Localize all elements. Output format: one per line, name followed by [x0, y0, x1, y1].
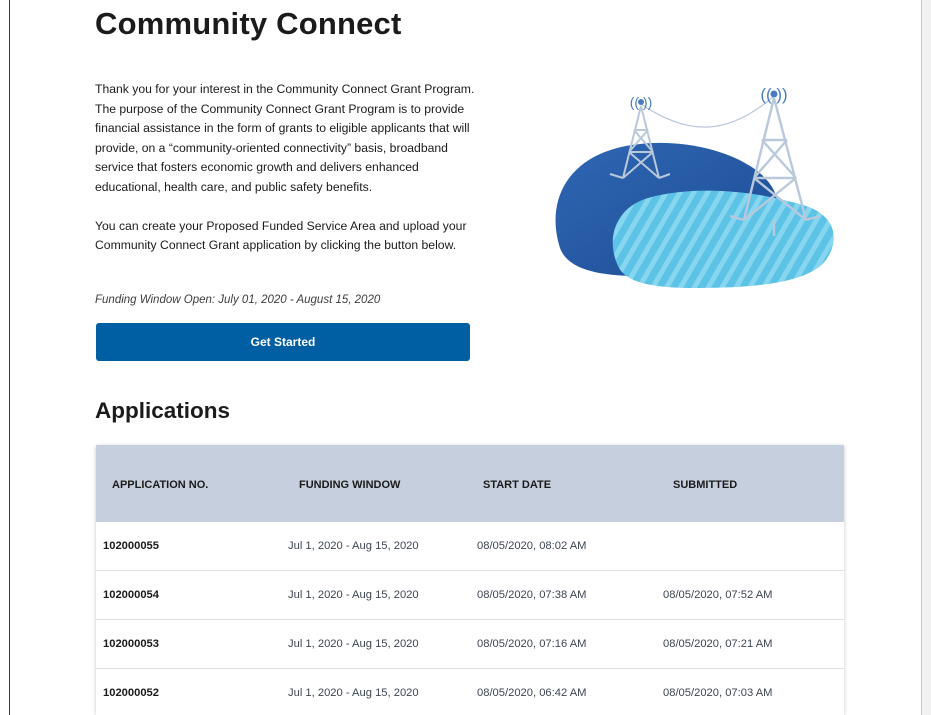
start-date-cell: 08/05/2020, 07:16 AM: [477, 638, 587, 650]
application-number[interactable]: 102000053: [103, 638, 159, 650]
funding-window-cell: Jul 1, 2020 - Aug 15, 2020: [288, 589, 419, 601]
table-row[interactable]: 102000055 Jul 1, 2020 - Aug 15, 2020 08/…: [96, 522, 844, 571]
table-row[interactable]: 102000054 Jul 1, 2020 - Aug 15, 2020 08/…: [96, 571, 844, 620]
applications-table: APPLICATION NO. FUNDING WINDOW START DAT…: [96, 445, 844, 715]
table-header: APPLICATION NO. FUNDING WINDOW START DAT…: [96, 445, 844, 522]
table-body: 102000055 Jul 1, 2020 - Aug 15, 2020 08/…: [96, 522, 844, 715]
window-left-border: [9, 0, 10, 715]
application-number[interactable]: 102000052: [103, 687, 159, 699]
get-started-button[interactable]: Get Started: [96, 323, 470, 361]
table-row[interactable]: 102000052 Jul 1, 2020 - Aug 15, 2020 08/…: [96, 669, 844, 715]
intro-paragraph: Thank you for your interest in the Commu…: [95, 82, 475, 194]
application-number[interactable]: 102000055: [103, 540, 159, 552]
submitted-cell: 08/05/2020, 07:21 AM: [663, 638, 773, 650]
column-header-application-no[interactable]: APPLICATION NO.: [112, 479, 208, 491]
funding-window-cell: Jul 1, 2020 - Aug 15, 2020: [288, 638, 419, 650]
table-row[interactable]: 102000053 Jul 1, 2020 - Aug 15, 2020 08/…: [96, 620, 844, 669]
application-number[interactable]: 102000054: [103, 589, 159, 601]
submitted-cell: 08/05/2020, 07:03 AM: [663, 687, 773, 699]
svg-text:(( )): (( )): [630, 94, 653, 110]
page-frame: Community Connect Thank you for your int…: [0, 0, 931, 715]
broadband-towers-illustration: (( )) (( )): [548, 80, 848, 290]
column-header-start-date[interactable]: START DATE: [483, 479, 551, 491]
intro-text: Thank you for your interest in the Commu…: [95, 80, 487, 275]
column-header-submitted[interactable]: SUBMITTED: [673, 479, 737, 491]
funding-window-notice: Funding Window Open: July 01, 2020 - Aug…: [95, 294, 381, 306]
scrollbar-track[interactable]: [922, 0, 931, 715]
column-header-funding-window[interactable]: FUNDING WINDOW: [299, 479, 400, 491]
funding-window-cell: Jul 1, 2020 - Aug 15, 2020: [288, 540, 419, 552]
page-title: Community Connect: [95, 6, 402, 41]
submitted-cell: 08/05/2020, 07:52 AM: [663, 589, 773, 601]
start-date-cell: 08/05/2020, 07:38 AM: [477, 589, 587, 601]
funding-window-cell: Jul 1, 2020 - Aug 15, 2020: [288, 687, 419, 699]
applications-heading: Applications: [95, 398, 231, 423]
start-date-cell: 08/05/2020, 06:42 AM: [477, 687, 587, 699]
start-date-cell: 08/05/2020, 08:02 AM: [477, 540, 587, 552]
intro-paragraph: You can create your Proposed Funded Serv…: [95, 218, 467, 253]
svg-text:(( )): (( )): [760, 85, 787, 104]
